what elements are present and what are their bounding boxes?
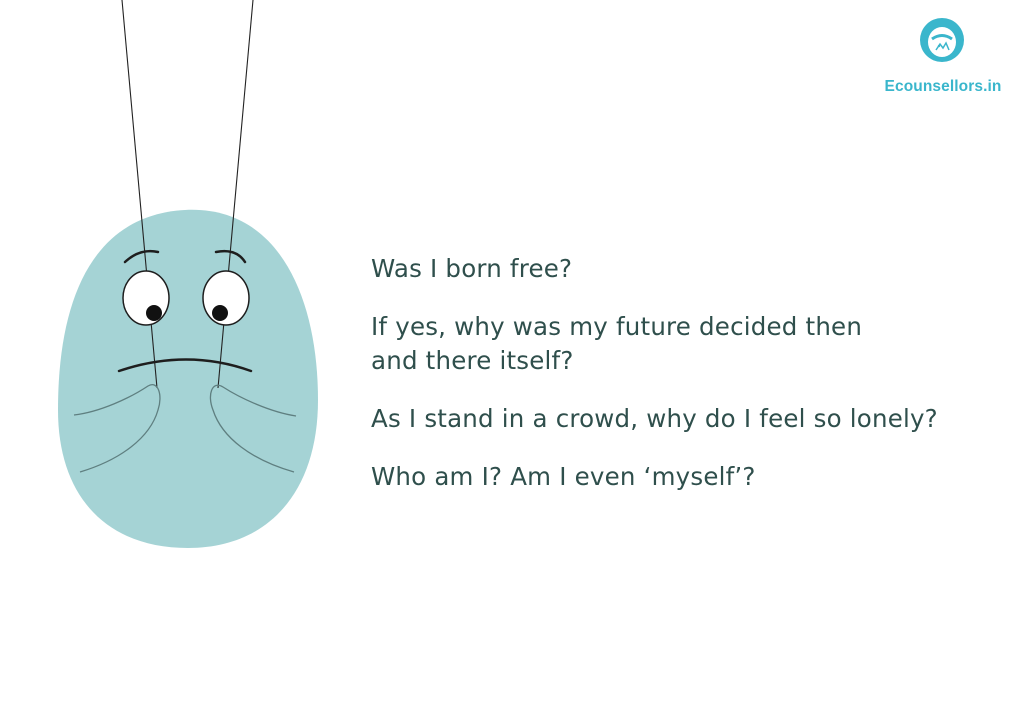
question-2-line-1: If yes, why was my future decided then [371, 312, 863, 341]
question-3-line-1: As I stand in a crowd, why do I feel so … [371, 404, 938, 433]
question-4-line-1: Who am I? Am I even ‘myself’? [371, 462, 756, 491]
question-4: Who am I? Am I even ‘myself’? [371, 460, 1021, 494]
brand-name: Ecounsellors.in [884, 78, 1002, 95]
eye-left [122, 270, 170, 326]
questions-block: Was I born free? If yes, why was my futu… [371, 252, 1021, 518]
question-3: As I stand in a crowd, why do I feel so … [371, 402, 1021, 436]
question-2-line-2: and there itself? [371, 346, 574, 375]
sad-blob-illustration [58, 0, 318, 549]
question-1: Was I born free? [371, 252, 1021, 286]
pupil-right [212, 305, 228, 321]
blob-body [58, 209, 318, 549]
ecounsellors-logo-icon [918, 16, 966, 68]
question-2: If yes, why was my future decided then a… [371, 310, 1021, 378]
question-1-line-1: Was I born free? [371, 254, 573, 283]
pupil-left [146, 305, 162, 321]
brand-logo[interactable]: Ecounsellors.in [868, 14, 1018, 95]
